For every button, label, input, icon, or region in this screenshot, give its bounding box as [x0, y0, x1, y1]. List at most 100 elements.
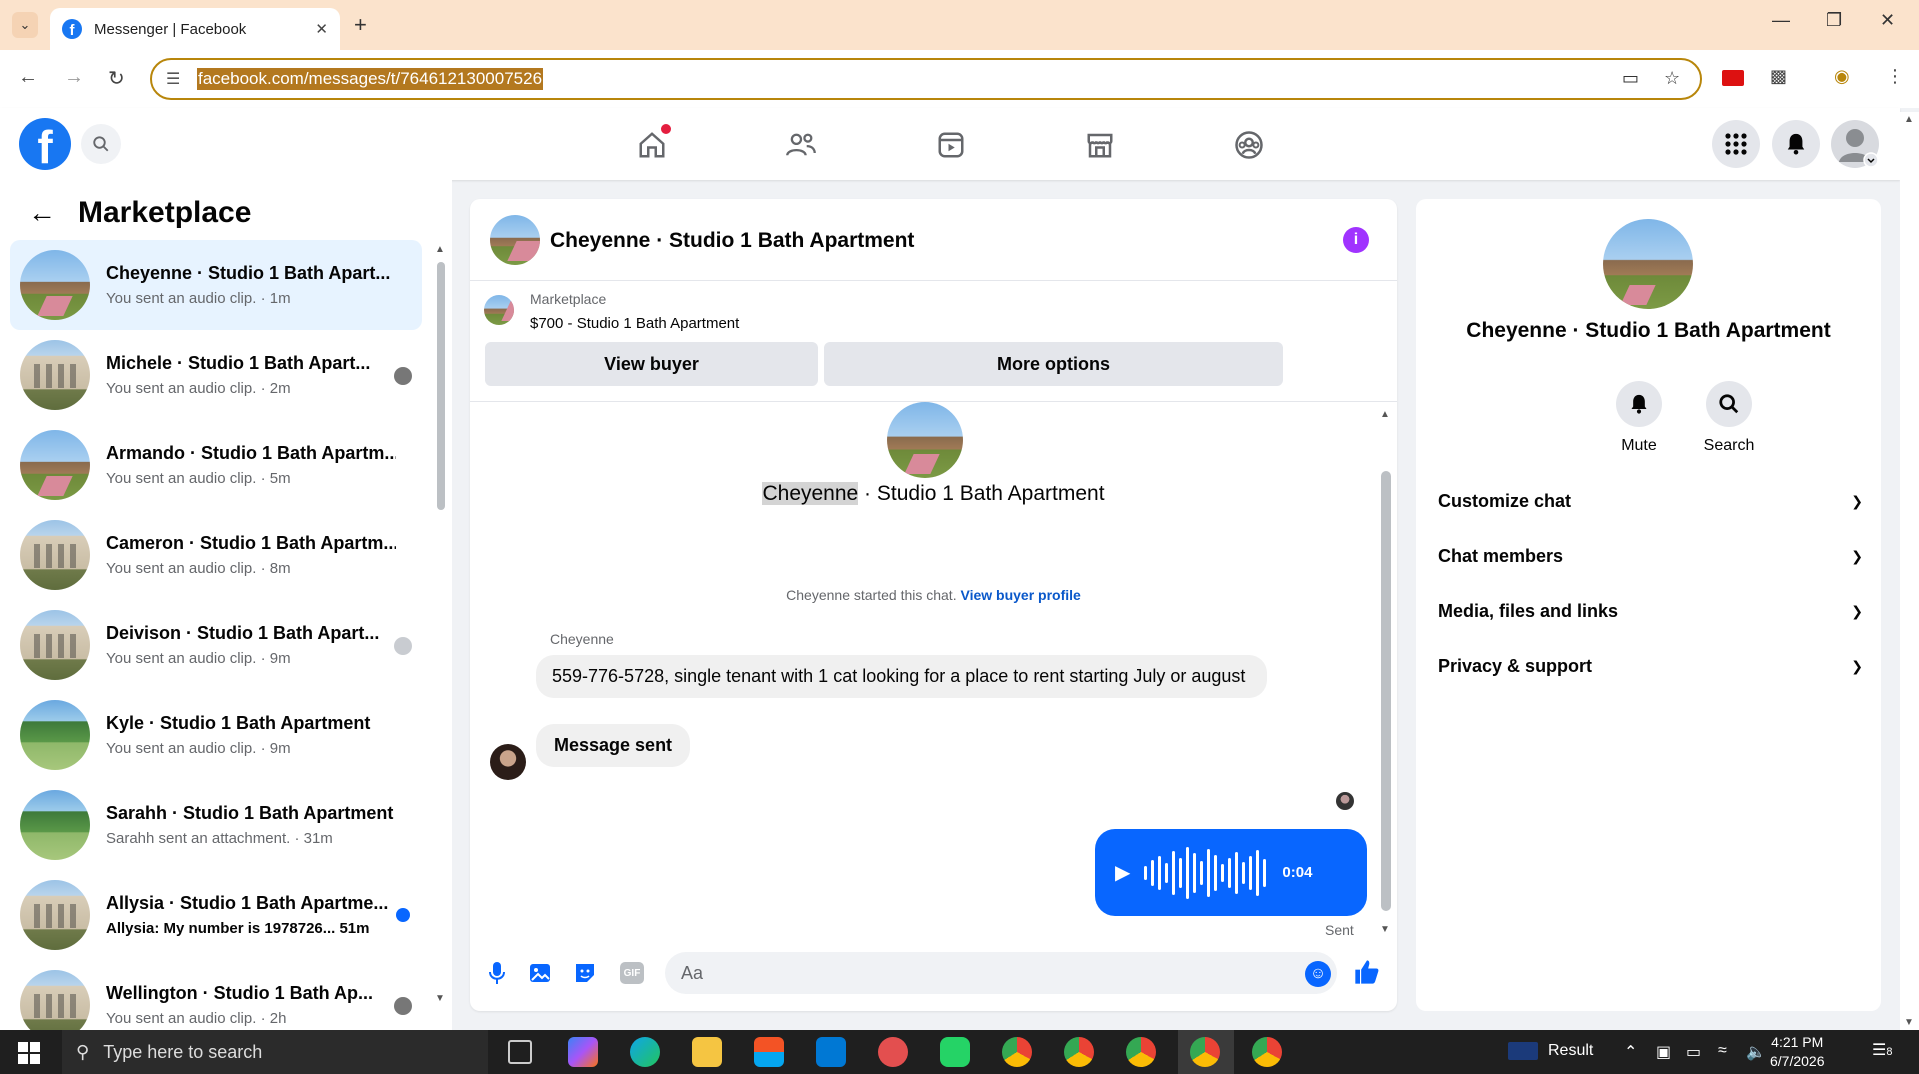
volume-icon[interactable]: 🔈 [1746, 1042, 1766, 1062]
conversation-item[interactable]: Armando · Studio 1 Bath Apartm... You sen… [10, 420, 422, 510]
sender-avatar[interactable] [490, 744, 526, 780]
chat-members-section[interactable]: Chat members ❯ [1438, 536, 1863, 576]
message-input[interactable] [665, 952, 1337, 994]
battery-icon[interactable]: ▭ [1686, 1042, 1701, 1062]
conversation-list-scrollbar[interactable]: ▲ ▼ [435, 244, 445, 1004]
bookmark-star-icon[interactable]: ☆ [1664, 68, 1680, 89]
tab-search-dropdown-icon[interactable]: ⌄ [12, 12, 38, 38]
reload-icon[interactable]: ↻ [108, 66, 125, 91]
page-scrollbar[interactable]: ▲ ▼ [1900, 112, 1919, 1030]
notifications-button[interactable] [1772, 120, 1820, 168]
microsoft-store-icon[interactable] [754, 1037, 784, 1067]
view-buyer-profile-link[interactable]: View buyer profile [960, 587, 1080, 603]
address-bar[interactable]: ☰ facebook.com/messages/t/76461213000752… [150, 58, 1702, 100]
profile-icon[interactable]: ◉ [1834, 66, 1850, 87]
emoji-icon[interactable]: ☺ [1305, 961, 1331, 987]
conversation-item[interactable]: Cameron · Studio 1 Bath Apartm... You sen… [10, 510, 422, 600]
photo-icon[interactable] [528, 960, 554, 986]
browser-tab[interactable]: f Messenger | Facebook ✕ [50, 8, 340, 50]
tab-close-icon[interactable]: ✕ [315, 20, 328, 38]
edge-icon[interactable] [630, 1037, 660, 1067]
view-buyer-button[interactable]: View buyer [485, 342, 818, 386]
forward-arrow-icon[interactable]: → [64, 66, 84, 89]
conversation-item[interactable]: Deivison · Studio 1 Bath Apart... You sen… [10, 600, 422, 690]
chrome-profile-icon[interactable] [1002, 1037, 1032, 1067]
account-avatar[interactable] [1831, 120, 1879, 168]
scroll-up-arrow-icon[interactable]: ▲ [1904, 114, 1914, 125]
back-arrow-icon[interactable]: ← [18, 66, 38, 89]
facebook-logo-icon[interactable]: f [19, 118, 71, 170]
chrome-profile-icon[interactable] [1064, 1037, 1094, 1067]
browser-tab-strip: ⌄ f Messenger | Facebook ✕ + — ❐ ✕ [0, 0, 1919, 50]
minimize-icon[interactable]: — [1772, 10, 1790, 31]
thread-scrollbar[interactable]: ▲ ▼ [1379, 409, 1391, 935]
conversation-item[interactable]: Kyle · Studio 1 Bath Apartment You sent a… [10, 690, 422, 780]
chrome-profile-icon[interactable] [1252, 1037, 1282, 1067]
waveform-bar [1144, 865, 1148, 880]
conversation-item[interactable]: Sarahh · Studio 1 Bath Apartment Sarahh s… [10, 780, 422, 870]
groups-nav-icon[interactable] [1232, 128, 1266, 162]
windows-start-icon[interactable] [18, 1042, 40, 1064]
media-files-links-section[interactable]: Media, files and links ❯ [1438, 591, 1863, 631]
install-app-icon[interactable]: ▭ [1622, 68, 1639, 89]
file-explorer-icon[interactable] [692, 1037, 722, 1067]
scroll-down-arrow-icon[interactable]: ▼ [1380, 924, 1390, 935]
scroll-down-arrow-icon[interactable]: ▼ [435, 993, 445, 1004]
widget-result-text[interactable]: Result [1548, 1042, 1593, 1060]
chrome-profile-icon[interactable] [1126, 1037, 1156, 1067]
news-widget-icon[interactable] [1508, 1042, 1538, 1060]
mail-icon[interactable] [816, 1037, 846, 1067]
video-nav-icon[interactable] [934, 128, 968, 162]
play-icon[interactable]: ▶ [1115, 860, 1130, 885]
chat-avatar[interactable] [490, 215, 540, 265]
extensions-puzzle-icon[interactable]: ▩ [1770, 66, 1787, 87]
browser-menu-icon[interactable]: ⋮ [1886, 66, 1904, 87]
more-options-button[interactable]: More options [824, 342, 1283, 386]
tray-chevron-up-icon[interactable]: ⌃ [1624, 1042, 1637, 1062]
scroll-up-arrow-icon[interactable]: ▲ [435, 244, 445, 255]
system-clock[interactable]: 4:21 PM 6/7/2026 [1770, 1033, 1825, 1071]
message-bubble[interactable]: 559-776-5728, single tenant with 1 cat l… [536, 655, 1267, 698]
extension-red-icon[interactable] [1722, 70, 1744, 86]
marketplace-listing-row[interactable]: Marketplace $700 - Studio 1 Bath Apartme… [470, 281, 1397, 341]
microphone-icon[interactable] [484, 960, 510, 986]
conversation-item[interactable]: Allysia · Studio 1 Bath Apartme... Allysi… [10, 870, 422, 960]
facebook-search-button[interactable] [81, 124, 121, 164]
audio-message[interactable]: ▶ 0:04 [1095, 829, 1367, 916]
mute-button[interactable]: Mute [1599, 381, 1679, 455]
conversation-item[interactable]: Cheyenne · Studio 1 Bath Apart... You sen… [10, 240, 422, 330]
task-view-icon[interactable] [508, 1040, 532, 1064]
scroll-up-arrow-icon[interactable]: ▲ [1380, 409, 1390, 420]
privacy-support-section[interactable]: Privacy & support ❯ [1438, 646, 1863, 686]
friends-nav-icon[interactable] [784, 128, 818, 162]
new-tab-plus-icon[interactable]: + [354, 12, 367, 38]
scroll-down-arrow-icon[interactable]: ▼ [1904, 1017, 1914, 1028]
copilot-icon[interactable] [568, 1037, 598, 1067]
info-icon[interactable]: i [1343, 227, 1369, 253]
menu-grid-button[interactable] [1712, 120, 1760, 168]
restore-icon[interactable]: ❐ [1826, 10, 1842, 31]
meet-icon[interactable]: ▣ [1656, 1042, 1671, 1062]
scrollbar-thumb[interactable] [1381, 471, 1391, 911]
whatsapp-icon[interactable] [940, 1037, 970, 1067]
back-arrow-icon[interactable]: ← [28, 197, 56, 229]
gif-icon[interactable]: GIF [620, 962, 644, 984]
thumbs-up-icon[interactable] [1353, 958, 1381, 993]
notification-center-icon[interactable]: ☰8 [1872, 1040, 1892, 1060]
message-bubble[interactable]: Message sent [536, 724, 691, 767]
scrollbar-thumb[interactable] [437, 262, 445, 510]
chrome-active-icon[interactable] [1190, 1037, 1220, 1067]
sticker-icon[interactable] [572, 960, 598, 986]
search-in-chat-button[interactable]: Search [1689, 381, 1769, 455]
wifi-icon[interactable]: ≈ [1718, 1042, 1727, 1060]
marketplace-nav-icon[interactable] [1083, 128, 1117, 162]
taskbar-search[interactable]: ⚲ Type here to search [62, 1030, 488, 1074]
url-text[interactable]: facebook.com/messages/t/764612130007526 [197, 68, 544, 90]
home-nav-icon[interactable] [635, 124, 671, 162]
paint-icon[interactable] [878, 1037, 908, 1067]
chat-title[interactable]: Cheyenne · Studio 1 Bath Apartment [550, 229, 914, 253]
site-settings-icon[interactable]: ☰ [166, 69, 180, 89]
customize-chat-section[interactable]: Customize chat ❯ [1438, 481, 1863, 521]
conversation-item[interactable]: Michele · Studio 1 Bath Apart... You sent… [10, 330, 422, 420]
window-close-icon[interactable]: ✕ [1880, 10, 1895, 31]
